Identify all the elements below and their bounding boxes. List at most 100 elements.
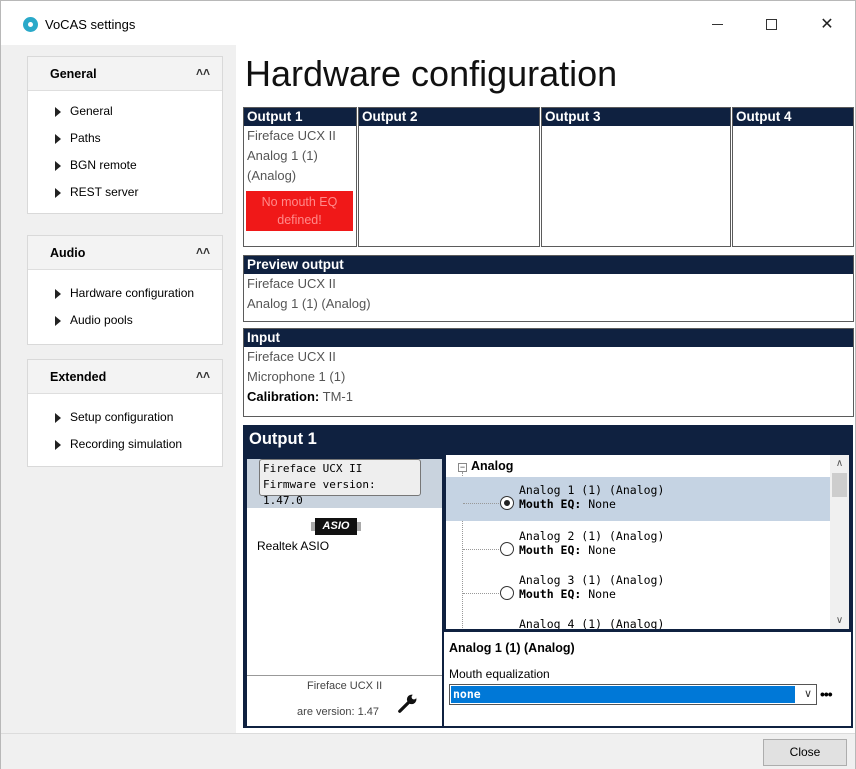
sidebar-item-setup-configuration[interactable]: Setup configuration [28, 404, 222, 431]
maximize-button[interactable] [749, 11, 793, 39]
double-chevron-up-icon[interactable]: ˄˄ [196, 244, 210, 258]
tree-scrollbar[interactable]: ∧ ∨ [830, 455, 849, 629]
mouth-eq-warning: No mouth EQ defined! [246, 191, 353, 231]
mouth-eq-select[interactable]: none ∨ [449, 684, 817, 705]
settings-window: VoCAS settings ✕ General ˄˄ General Path… [0, 0, 856, 769]
close-window-button[interactable]: ✕ [805, 11, 849, 39]
output-1-header: Output 1 [244, 108, 356, 126]
more-options-button[interactable]: ••• [820, 686, 833, 702]
collapse-minus-icon[interactable]: − [458, 463, 467, 472]
tree-branch [463, 503, 499, 504]
output-3-box[interactable]: Output 3 [541, 107, 731, 247]
channel-name: Analog 1 (1) (Analog) [519, 483, 665, 497]
preview-output-box[interactable]: Preview output Fireface UCX II Analog 1 … [243, 255, 854, 322]
sidebar-item-paths[interactable]: Paths [28, 125, 222, 152]
sidebar-item-label: Paths [70, 131, 101, 145]
tree-item-analog-3[interactable]: Analog 3 (1) (Analog) Mouth EQ: None [446, 567, 830, 611]
tree-node-analog[interactable]: − Analog [458, 459, 513, 473]
sidebar-item-audio-pools[interactable]: Audio pools [28, 307, 222, 334]
detail-title: Output 1 [249, 430, 317, 448]
sidebar-item-recording-simulation[interactable]: Recording simulation [28, 431, 222, 458]
scroll-thumb[interactable] [832, 473, 847, 497]
output-4-header: Output 4 [733, 108, 853, 126]
output-4-box[interactable]: Output 4 [732, 107, 854, 247]
chevron-down-icon[interactable]: ∨ [804, 686, 812, 703]
output-1-box[interactable]: Output 1 Fireface UCX II Analog 1 (1) (A… [243, 107, 357, 247]
scroll-down-icon[interactable]: ∨ [830, 612, 849, 629]
output-1-channel: Analog 1 (1) [247, 148, 318, 163]
minimize-button[interactable] [695, 11, 739, 39]
channel-name: Analog 4 (1) (Analog) [519, 617, 665, 631]
radio-selected[interactable] [500, 496, 514, 510]
maximize-icon [765, 19, 777, 31]
eq-label: Mouth EQ: [519, 587, 582, 601]
channel-name: Analog 3 (1) (Analog) [519, 573, 665, 587]
tree-item-analog-1[interactable]: Analog 1 (1) (Analog) Mouth EQ: None [446, 477, 830, 521]
footer-device-name: Fireface UCX II [307, 680, 383, 692]
preview-output-header: Preview output [244, 256, 853, 274]
sidebar-group-audio: Audio ˄˄ Hardware configuration Audio po… [27, 235, 223, 345]
sidebar-group-title: General [50, 67, 97, 81]
tree-branch [463, 593, 499, 594]
preview-output-device: Fireface UCX II [247, 276, 336, 291]
triangle-right-icon [55, 440, 61, 450]
title-bar: VoCAS settings ✕ [1, 1, 855, 45]
tree-root-label: Analog [471, 459, 514, 473]
sidebar-item-bgn-remote[interactable]: BGN remote [28, 152, 222, 179]
output-2-box[interactable]: Output 2 [358, 107, 540, 247]
double-chevron-up-icon[interactable]: ˄˄ [196, 368, 210, 382]
sidebar: General ˄˄ General Paths BGN remote REST… [1, 45, 236, 733]
sidebar-item-label: Recording simulation [70, 437, 183, 451]
triangle-right-icon [55, 107, 61, 117]
sidebar-item-rest-server[interactable]: REST server [28, 179, 222, 206]
sidebar-item-label: BGN remote [70, 158, 137, 172]
calibration-label: Calibration: [247, 389, 320, 404]
triangle-right-icon [55, 188, 61, 198]
eq-value: None [588, 543, 616, 557]
properties-title: Analog 1 (1) (Analog) [449, 641, 575, 655]
triangle-right-icon [55, 161, 61, 171]
eq-value: None [588, 497, 616, 511]
output-1-type: (Analog) [247, 168, 297, 183]
triangle-right-icon [55, 413, 61, 423]
eq-label: Mouth EQ: [519, 543, 582, 557]
channel-tree: − Analog Analog 1 (1) (Analog) Mouth EQ: … [444, 453, 851, 631]
input-device: Fireface UCX II [247, 349, 336, 364]
channel-properties: Analog 1 (1) (Analog) Mouth equalization… [444, 632, 851, 726]
device-tooltip: Fireface UCX II Firmware version: 1.47.0 [259, 459, 421, 507]
preview-output-channel: Analog 1 (1) (Analog) [247, 296, 371, 311]
output-detail-panel: Output 1 Fireface UCX II Firmware versio… [243, 425, 853, 728]
close-button[interactable]: Close [763, 739, 847, 766]
sidebar-group-header[interactable]: General ˄˄ [28, 57, 222, 91]
tree-item-analog-4[interactable]: Analog 4 (1) (Analog) [446, 611, 830, 631]
triangle-right-icon [55, 289, 61, 299]
sidebar-item-label: REST server [70, 185, 139, 199]
sidebar-group-title: Extended [50, 370, 107, 384]
eq-value: None [588, 587, 616, 601]
tree-item-analog-2[interactable]: Analog 2 (1) (Analog) Mouth EQ: None [446, 523, 830, 567]
device-item-realtek[interactable]: Realtek ASIO [257, 539, 329, 553]
input-box[interactable]: Input Fireface UCX II Microphone 1 (1) C… [243, 328, 854, 417]
channel-eq: Mouth EQ: None [519, 543, 616, 557]
wrench-icon[interactable] [397, 692, 419, 714]
radio[interactable] [500, 586, 514, 600]
radio[interactable] [500, 542, 514, 556]
sidebar-group-header[interactable]: Audio ˄˄ [28, 236, 222, 270]
sidebar-item-hardware-configuration[interactable]: Hardware configuration [28, 280, 222, 307]
sidebar-item-label: Setup configuration [70, 410, 174, 424]
asio-logo[interactable]: ASIO [311, 518, 361, 535]
mouth-eq-label: Mouth equalization [449, 667, 550, 681]
tooltip-firmware: Firmware version: 1.47.0 [263, 478, 376, 507]
sidebar-item-label: Hardware configuration [70, 286, 195, 300]
mouth-eq-selected-value: none [451, 686, 795, 703]
dialog-footer: Close [1, 733, 855, 769]
sidebar-group-header[interactable]: Extended ˄˄ [28, 360, 222, 394]
double-chevron-up-icon[interactable]: ˄˄ [196, 65, 210, 79]
page-title: Hardware configuration [245, 53, 618, 94]
scroll-up-icon[interactable]: ∧ [830, 455, 849, 472]
minimize-icon [711, 24, 723, 26]
sidebar-group-general: General ˄˄ General Paths BGN remote REST… [27, 56, 223, 214]
sidebar-item-general[interactable]: General [28, 98, 222, 125]
triangle-right-icon [55, 316, 61, 326]
channel-eq: Mouth EQ: None [519, 587, 616, 601]
